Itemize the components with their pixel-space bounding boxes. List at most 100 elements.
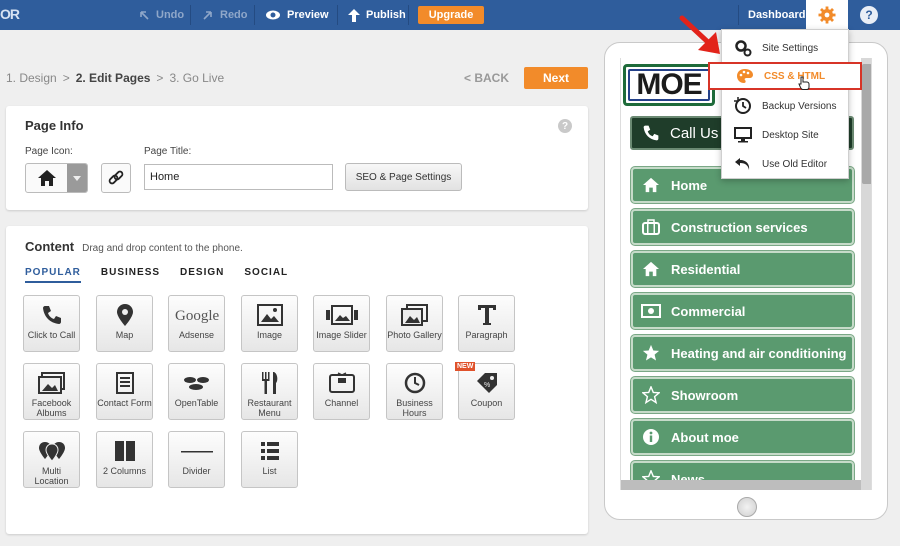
page-title-label: Page Title: [144,146,192,157]
chevron-down-icon[interactable] [67,164,87,192]
home-icon [26,164,68,192]
tile-2-columns[interactable]: 2 Columns [96,431,153,488]
tile-divider[interactable]: Divider [168,431,225,488]
image-icon [256,302,283,328]
tab-social[interactable]: SOCIAL [244,267,288,283]
menu-item-use-old-editor[interactable]: Use Old Editor [722,150,848,178]
tile-click-to-call[interactable]: Click to Call [23,295,80,352]
tile-image-slider[interactable]: Image Slider [313,295,370,352]
tile-facebook-albums[interactable]: Facebook Albums [23,363,80,420]
back-button[interactable]: < BACK [464,71,509,85]
tile-multi-location[interactable]: Multi Location [23,431,80,488]
phone-icon [643,125,659,141]
tile-label: Photo Gallery [387,330,442,340]
publish-button[interactable]: Publish [348,0,406,30]
step-design[interactable]: 1. Design [6,71,57,85]
seo-page-settings-button[interactable]: SEO & Page Settings [345,163,462,191]
preview-scrollbar[interactable] [861,58,871,490]
money-icon [641,301,661,321]
toolbar-divider [337,5,338,25]
undo-button[interactable]: Undo [138,0,184,30]
tile-map[interactable]: Map [96,295,153,352]
tile-paragraph[interactable]: Paragraph [458,295,515,352]
tile-business-hours[interactable]: Business Hours [386,363,443,420]
link-button[interactable] [101,163,131,193]
toolbar-divider [190,5,191,25]
contact-form-icon [115,370,134,396]
nav-label: Construction services [671,219,808,235]
content-tabs: POPULAR BUSINESS DESIGN SOCIAL [25,267,288,283]
tile-contact-form[interactable]: Contact Form [96,363,153,420]
text-icon [477,302,497,328]
preview-nav-heating[interactable]: Heating and air conditioning [631,335,854,371]
undo-label: Undo [156,9,185,21]
page-title-input[interactable] [144,164,333,190]
next-button[interactable]: Next [524,67,588,89]
settings-gear-button[interactable] [806,0,848,30]
toolbar-divider [738,5,739,25]
tile-list[interactable]: List [241,431,298,488]
preview-nav-commercial[interactable]: Commercial [631,293,854,329]
tile-image[interactable]: Image [241,295,298,352]
preview-button[interactable]: Preview [265,0,329,30]
palette-icon [736,67,754,85]
step-edit-pages[interactable]: 2. Edit Pages [76,71,151,85]
history-icon [734,97,752,115]
menu-item-label: Desktop Site [762,129,819,141]
map-pin-icon [116,302,133,328]
tab-design[interactable]: DESIGN [180,267,224,283]
scrollbar-thumb[interactable] [862,64,871,184]
tile-coupon[interactable]: NEW % Coupon [455,362,515,420]
step-go-live[interactable]: 3. Go Live [169,71,224,85]
site-logo[interactable]: MOE [623,64,715,106]
tile-photo-gallery[interactable]: Photo Gallery [386,295,443,352]
call-us-label: Call Us [670,124,719,142]
nav-label: Residential [671,261,741,277]
star-outline-icon [641,385,661,405]
briefcase-icon [641,217,661,237]
nav-label: About moe [671,429,739,445]
eye-icon [266,10,280,20]
tab-business[interactable]: BUSINESS [101,267,160,283]
undo-icon [734,155,752,173]
page-icon-select[interactable] [25,163,88,193]
phone-icon [41,302,63,328]
nav-label: Showroom [671,387,739,403]
tile-channel[interactable]: Channel [313,363,370,420]
toolbar-divider [408,5,409,25]
dashboard-link[interactable]: Dashboard [748,0,805,30]
help-button[interactable]: ? [860,6,878,24]
help-icon[interactable]: ? [558,119,572,133]
tile-restaurant-menu[interactable]: Restaurant Menu [241,363,298,420]
tile-adsense[interactable]: Google Adsense [168,295,225,352]
tile-opentable[interactable]: OpenTable [168,363,225,420]
preview-nav-construction[interactable]: Construction services [631,209,854,245]
preview-nav-about[interactable]: About moe [631,419,854,455]
menu-item-css-html[interactable]: CSS & HTML [708,62,862,90]
redo-button[interactable]: Redo [202,0,248,30]
menu-item-backup-versions[interactable]: Backup Versions [722,92,848,120]
multi-location-icon [38,438,66,464]
content-subtitle: Drag and drop content to the phone. [82,243,243,254]
home-icon [641,259,661,279]
tab-popular[interactable]: POPULAR [25,267,81,283]
preview-nav-residential[interactable]: Residential [631,251,854,287]
svg-text:Google: Google [175,308,220,324]
tile-label: Paragraph [465,330,508,340]
preview-nav-showroom[interactable]: Showroom [631,377,854,413]
upgrade-button[interactable]: Upgrade [418,6,484,24]
hand-cursor-icon [798,76,810,90]
preview-label: Preview [287,9,329,21]
divider-icon [180,438,214,464]
home-icon [641,175,661,195]
tile-label: Click to Call [27,330,76,340]
toolbar-divider [254,5,255,25]
tile-label: Business Hours [396,398,433,418]
page-icon-label: Page Icon: [25,146,73,157]
redo-arrow-icon [203,11,212,20]
tile-label: Adsense [178,330,215,340]
tile-label: Channel [324,398,359,408]
content-header: Content Drag and drop content to the pho… [25,239,243,254]
menu-item-desktop-site[interactable]: Desktop Site [722,121,848,149]
menu-item-site-settings[interactable]: Site Settings [722,34,848,62]
